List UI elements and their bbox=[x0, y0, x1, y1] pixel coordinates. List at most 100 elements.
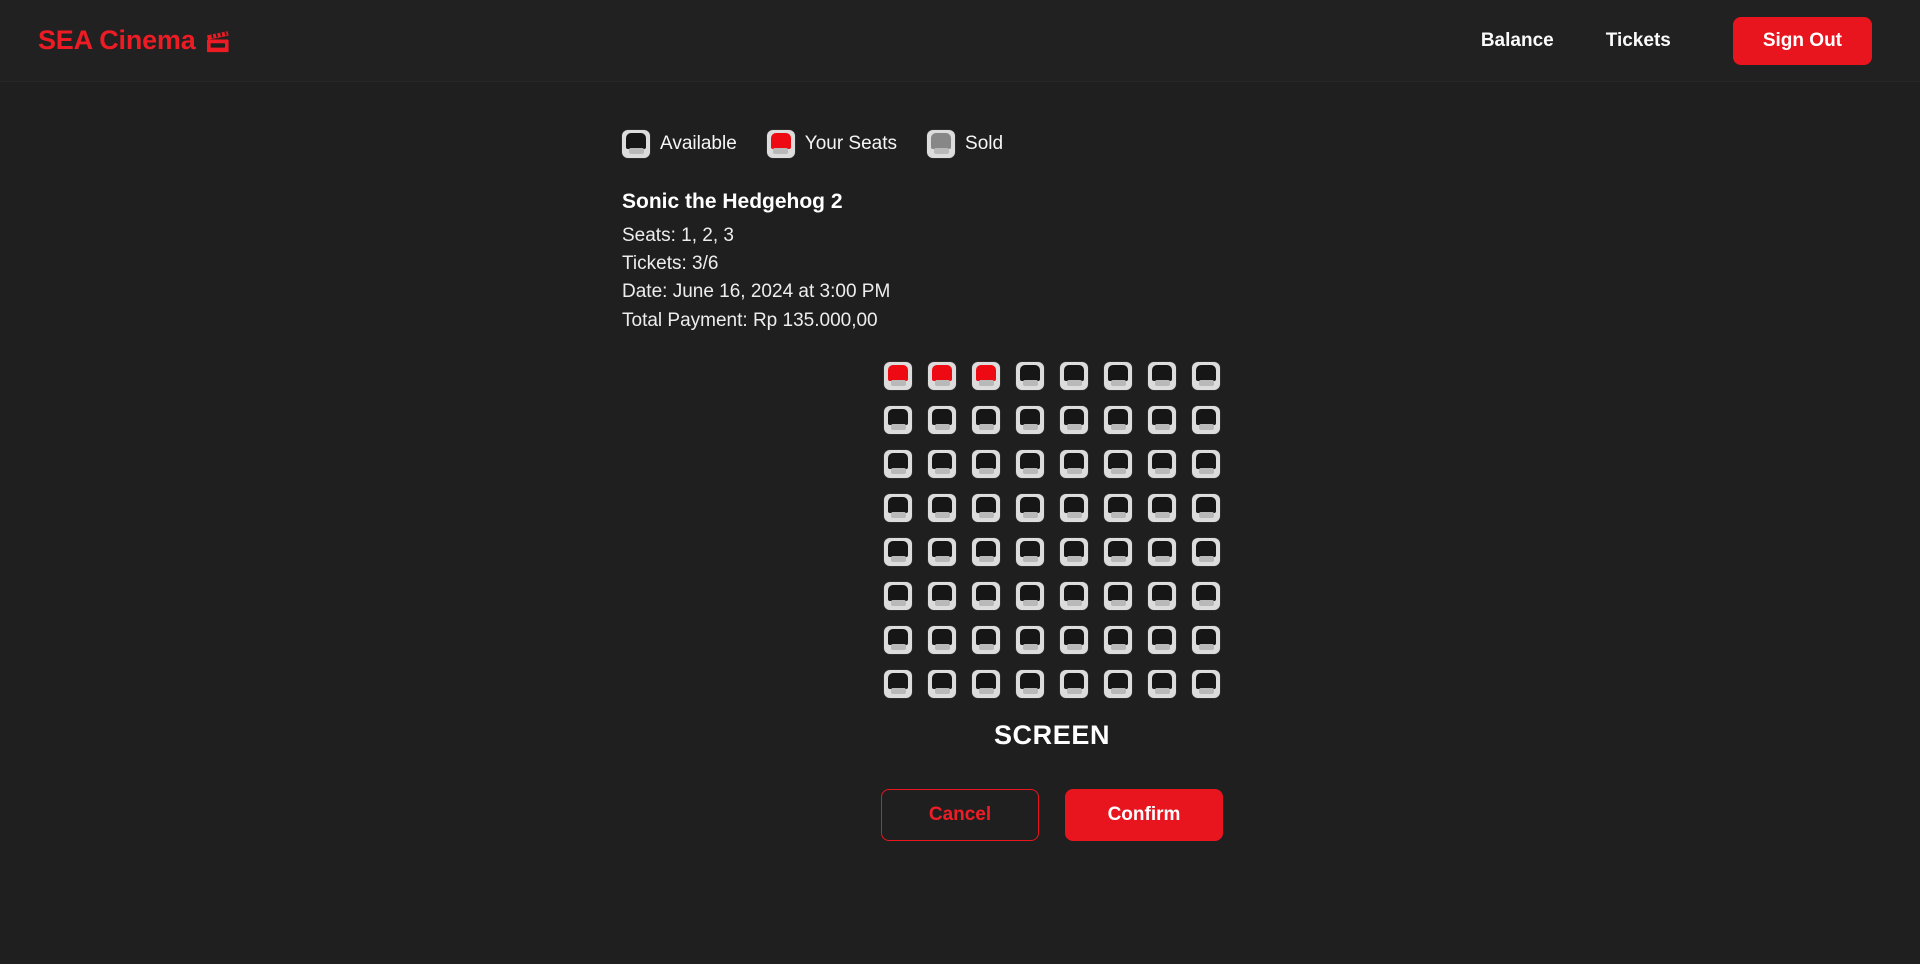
seat-4-7[interactable] bbox=[1148, 494, 1176, 522]
seat-2-1[interactable] bbox=[884, 406, 912, 434]
seat-6-1[interactable] bbox=[884, 582, 912, 610]
seat-8-6[interactable] bbox=[1104, 670, 1132, 698]
seat-1-5[interactable] bbox=[1060, 362, 1088, 390]
seat-icon bbox=[622, 130, 650, 158]
seatmap-section: SCREEN Cancel Confirm bbox=[622, 362, 1482, 841]
seat-5-8[interactable] bbox=[1192, 538, 1220, 566]
confirm-button[interactable]: Confirm bbox=[1065, 789, 1223, 841]
movie-title: Sonic the Hedgehog 2 bbox=[622, 190, 1920, 214]
seat-2-3[interactable] bbox=[972, 406, 1000, 434]
seat-2-4[interactable] bbox=[1016, 406, 1044, 434]
action-buttons: Cancel Confirm bbox=[881, 789, 1223, 841]
brand-text: SEA Cinema bbox=[38, 27, 196, 54]
seat-5-5[interactable] bbox=[1060, 538, 1088, 566]
seat-6-3[interactable] bbox=[972, 582, 1000, 610]
booking-summary: Sonic the Hedgehog 2 Seats: 1, 2, 3 Tick… bbox=[622, 190, 1920, 332]
seat-4-8[interactable] bbox=[1192, 494, 1220, 522]
seat-legend: Available Your Seats Sold bbox=[622, 130, 1920, 158]
seat-6-5[interactable] bbox=[1060, 582, 1088, 610]
seat-8-4[interactable] bbox=[1016, 670, 1044, 698]
seat-5-2[interactable] bbox=[928, 538, 956, 566]
seat-5-7[interactable] bbox=[1148, 538, 1176, 566]
seat-8-7[interactable] bbox=[1148, 670, 1176, 698]
seat-6-6[interactable] bbox=[1104, 582, 1132, 610]
seat-5-1[interactable] bbox=[884, 538, 912, 566]
seat-2-8[interactable] bbox=[1192, 406, 1220, 434]
seat-7-7[interactable] bbox=[1148, 626, 1176, 654]
seat-icon bbox=[927, 130, 955, 158]
seat-5-3[interactable] bbox=[972, 538, 1000, 566]
seat-7-1[interactable] bbox=[884, 626, 912, 654]
seat-7-3[interactable] bbox=[972, 626, 1000, 654]
seat-4-4[interactable] bbox=[1016, 494, 1044, 522]
seat-1-6[interactable] bbox=[1104, 362, 1132, 390]
nav-tickets[interactable]: Tickets bbox=[1580, 20, 1697, 62]
seat-2-2[interactable] bbox=[928, 406, 956, 434]
seat-3-5[interactable] bbox=[1060, 450, 1088, 478]
seat-7-4[interactable] bbox=[1016, 626, 1044, 654]
seat-7-2[interactable] bbox=[928, 626, 956, 654]
tickets-line: Tickets: 3/6 bbox=[622, 252, 1920, 275]
seat-4-5[interactable] bbox=[1060, 494, 1088, 522]
seat-3-7[interactable] bbox=[1148, 450, 1176, 478]
seat-3-4[interactable] bbox=[1016, 450, 1044, 478]
seat-2-6[interactable] bbox=[1104, 406, 1132, 434]
sign-out-button[interactable]: Sign Out bbox=[1733, 17, 1872, 65]
seat-6-7[interactable] bbox=[1148, 582, 1176, 610]
cancel-button[interactable]: Cancel bbox=[881, 789, 1039, 841]
seat-3-2[interactable] bbox=[928, 450, 956, 478]
main-content: Available Your Seats Sold Sonic the Hedg… bbox=[0, 82, 1920, 841]
seat-3-8[interactable] bbox=[1192, 450, 1220, 478]
seat-4-1[interactable] bbox=[884, 494, 912, 522]
seat-4-6[interactable] bbox=[1104, 494, 1132, 522]
seat-row bbox=[884, 362, 1220, 390]
seat-row bbox=[884, 406, 1220, 434]
legend-label-sold: Sold bbox=[965, 133, 1003, 155]
seat-icon bbox=[767, 130, 795, 158]
seat-2-5[interactable] bbox=[1060, 406, 1088, 434]
seat-6-8[interactable] bbox=[1192, 582, 1220, 610]
legend-label-your-seats: Your Seats bbox=[805, 133, 897, 155]
seat-row bbox=[884, 626, 1220, 654]
seat-6-2[interactable] bbox=[928, 582, 956, 610]
seat-row bbox=[884, 494, 1220, 522]
total-payment-line: Total Payment: Rp 135.000,00 bbox=[622, 309, 1920, 332]
seat-1-3[interactable] bbox=[972, 362, 1000, 390]
seat-4-3[interactable] bbox=[972, 494, 1000, 522]
seat-1-1[interactable] bbox=[884, 362, 912, 390]
date-line: Date: June 16, 2024 at 3:00 PM bbox=[622, 280, 1920, 303]
seat-8-3[interactable] bbox=[972, 670, 1000, 698]
seat-4-2[interactable] bbox=[928, 494, 956, 522]
screen-label: SCREEN bbox=[994, 720, 1110, 751]
seat-row bbox=[884, 538, 1220, 566]
seat-row bbox=[884, 670, 1220, 698]
seat-row bbox=[884, 450, 1220, 478]
seat-1-4[interactable] bbox=[1016, 362, 1044, 390]
seat-grid bbox=[884, 362, 1220, 698]
seat-3-3[interactable] bbox=[972, 450, 1000, 478]
seats-line: Seats: 1, 2, 3 bbox=[622, 224, 1920, 247]
seat-5-6[interactable] bbox=[1104, 538, 1132, 566]
legend-item-your-seats: Your Seats bbox=[767, 130, 897, 158]
brand-logo[interactable]: SEA Cinema bbox=[38, 27, 231, 54]
seat-1-8[interactable] bbox=[1192, 362, 1220, 390]
clapperboard-icon bbox=[205, 30, 231, 54]
main-nav: Balance Tickets Sign Out bbox=[1455, 17, 1872, 65]
legend-item-available: Available bbox=[622, 130, 737, 158]
seat-3-1[interactable] bbox=[884, 450, 912, 478]
seat-6-4[interactable] bbox=[1016, 582, 1044, 610]
seat-3-6[interactable] bbox=[1104, 450, 1132, 478]
seat-row bbox=[884, 582, 1220, 610]
seat-7-6[interactable] bbox=[1104, 626, 1132, 654]
seat-1-2[interactable] bbox=[928, 362, 956, 390]
seat-8-8[interactable] bbox=[1192, 670, 1220, 698]
seat-1-7[interactable] bbox=[1148, 362, 1176, 390]
seat-2-7[interactable] bbox=[1148, 406, 1176, 434]
seat-7-5[interactable] bbox=[1060, 626, 1088, 654]
seat-8-2[interactable] bbox=[928, 670, 956, 698]
seat-8-1[interactable] bbox=[884, 670, 912, 698]
nav-balance[interactable]: Balance bbox=[1455, 20, 1580, 62]
seat-8-5[interactable] bbox=[1060, 670, 1088, 698]
seat-5-4[interactable] bbox=[1016, 538, 1044, 566]
seat-7-8[interactable] bbox=[1192, 626, 1220, 654]
